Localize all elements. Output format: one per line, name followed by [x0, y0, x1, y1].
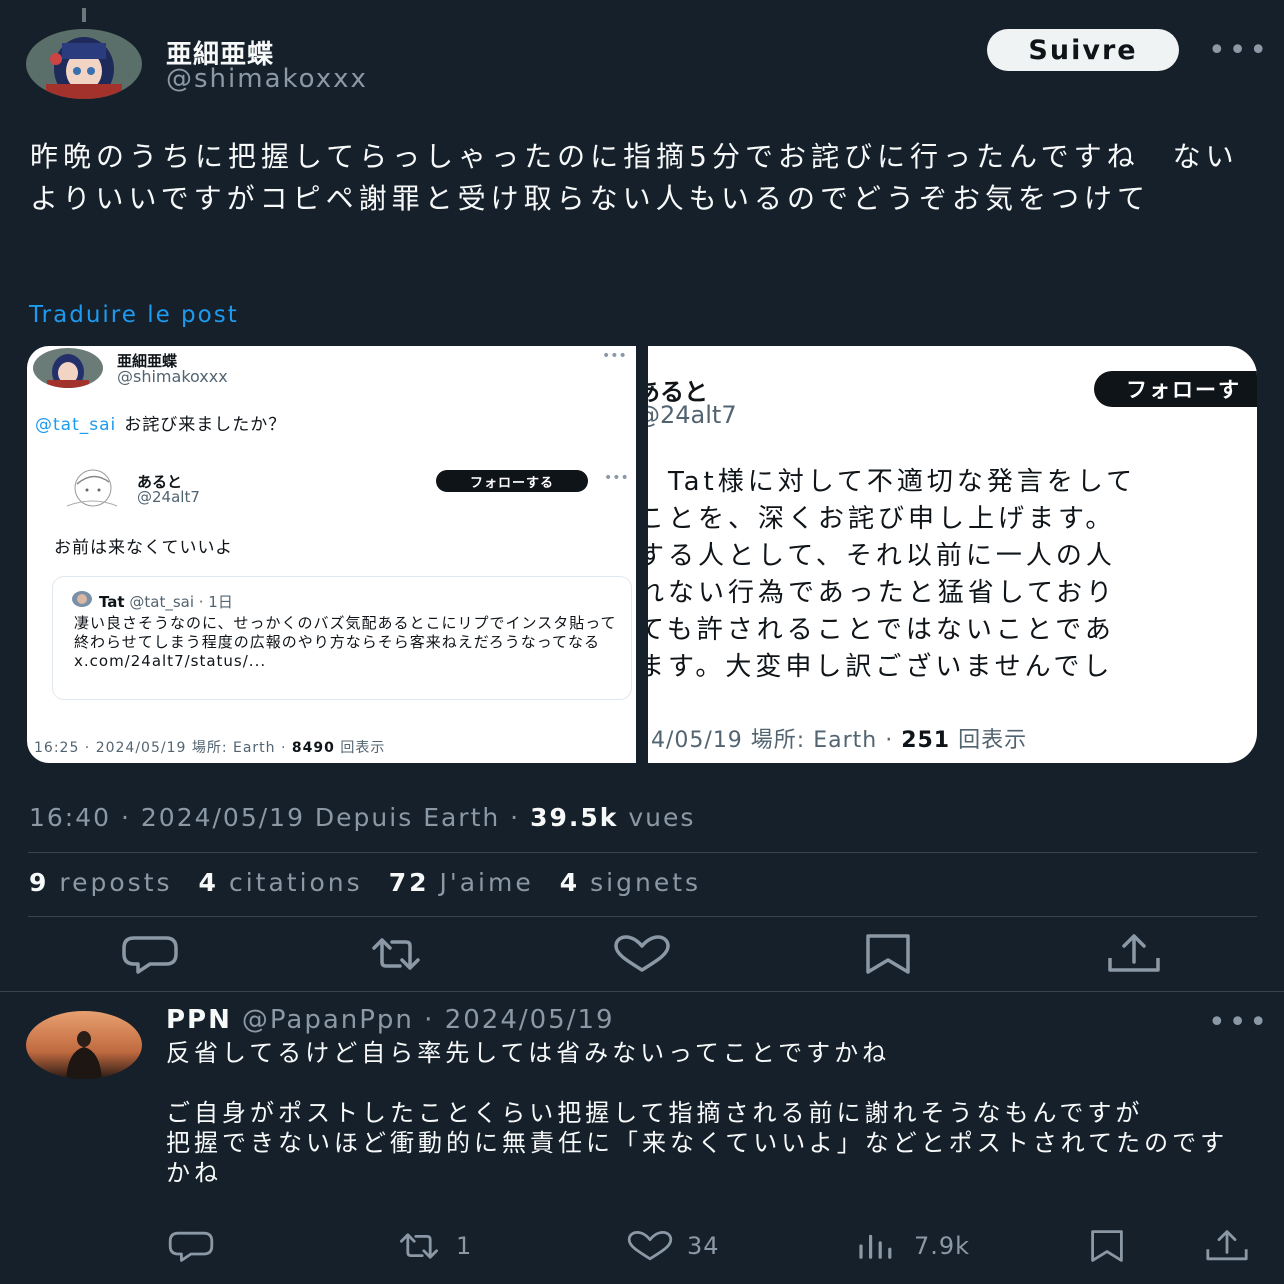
- embedded-reply-text: @tat_sai お詫び来ましたか？: [35, 410, 286, 435]
- embedded-right-meta: 24/05/19 場所: Earth · 251 回表示: [648, 722, 1027, 754]
- bookmarks-stat[interactable]: 4 signets: [560, 868, 701, 897]
- post-meta-prefix: 16:40 · 2024/05/19 Depuis Earth ·: [29, 803, 531, 832]
- reply-share-button[interactable]: [1202, 1230, 1252, 1262]
- reply-more-icon[interactable]: •••: [1208, 1008, 1270, 1038]
- embedded-quoted-handle: @24alt7: [137, 488, 200, 506]
- embedded-quote-name: Tat: [99, 593, 125, 611]
- embedded-views-label: 回表示: [334, 740, 386, 756]
- reply-bookmark-button[interactable]: [1082, 1230, 1132, 1262]
- reply-handle-date[interactable]: @PapanPpn · 2024/05/19: [242, 1005, 615, 1035]
- repost-icon: [400, 1233, 438, 1259]
- embedded-quote-card: Tat @tat_sai · 1日 凄い良さそうなのに、せっかくのバズ気配あると…: [52, 576, 632, 700]
- embedded-right-line: する人として、それ以前に一人の人: [648, 541, 1116, 571]
- reply-text: 反省してるけど自ら率先しては省みないってことですかね ご自身がポストしたことくら…: [166, 1039, 1229, 1187]
- embedded-right-views-label: 回表示: [950, 728, 1028, 753]
- reply-reply-button[interactable]: [166, 1230, 216, 1262]
- analytics-icon: [859, 1234, 892, 1259]
- share-icon: [1206, 1230, 1248, 1261]
- embedded-quote-meta: @tat_sai · 1日: [129, 593, 233, 611]
- embedded-follow-button: フォローする: [436, 470, 588, 492]
- embedded-right-views-count: 251: [901, 728, 951, 753]
- embedded-mention: @tat_sai: [35, 415, 117, 435]
- reply-repost-count: 1: [456, 1232, 473, 1260]
- embedded-more-icon: •••: [602, 348, 627, 364]
- divider: [28, 852, 1257, 853]
- embedded-right-line: れない行為であったと猛省しており: [648, 578, 1117, 608]
- embedded-right-line: 、Tat様に対して不適切な発言をして: [648, 467, 1137, 497]
- like-icon: [627, 1231, 673, 1261]
- reply-like-button[interactable]: 34: [625, 1230, 720, 1262]
- embedded-avatar: [33, 348, 103, 388]
- embedded-reply-body: お詫び来ましたか？: [124, 415, 287, 435]
- embedded-quote-text: 凄い良さそうなのに、せっかくのバズ気配あるとこにリプでインスタ貼って終わらせてし…: [74, 614, 617, 670]
- reply-views-button[interactable]: 7.9k: [852, 1230, 970, 1262]
- reposts-stat[interactable]: 9 reposts: [29, 868, 173, 897]
- embedded-right-meta-prefix: 24/05/19 場所: Earth ·: [648, 728, 902, 753]
- author-handle[interactable]: @shimakoxxx: [166, 64, 368, 94]
- more-options-icon[interactable]: •••: [1208, 36, 1270, 66]
- engagement-stats: 9 reposts 4 citations 72 J'aime 4 signets: [29, 868, 701, 897]
- translate-link[interactable]: Traduire le post: [29, 302, 239, 328]
- embedded-right-handle: @24alt7: [648, 401, 737, 429]
- embedded-right-line: ても許されることではないことであ: [648, 615, 1115, 645]
- embedded-right-line: ことを、深くお詫び申し上げます。: [648, 504, 1116, 534]
- embedded-sketch-avatar: [57, 466, 121, 510]
- likes-stat[interactable]: 72 J'aime: [389, 868, 534, 897]
- embedded-right-text: 、Tat様に対して不適切な発言をして ことを、深くお詫び申し上げます。 する人と…: [648, 464, 1257, 686]
- author-avatar[interactable]: [26, 29, 142, 99]
- like-icon[interactable]: [612, 934, 672, 974]
- post-text: 昨晩のうちに把握してらっしゃったのに指摘5分でお詫びに行ったんですね ないよりい…: [30, 140, 1239, 215]
- post-views-label: vues: [618, 803, 696, 832]
- embedded-author-handle: @shimakoxxx: [117, 367, 228, 386]
- follow-button[interactable]: Suivre: [987, 29, 1179, 71]
- reply-views-count: 7.9k: [914, 1232, 971, 1260]
- reply-author-name[interactable]: PPN: [166, 1005, 232, 1035]
- post-views-count: 39.5k: [530, 803, 619, 832]
- embedded-meta: 16:25 · 2024/05/19 場所: Earth · 8490 回表示: [34, 737, 385, 757]
- share-icon[interactable]: [1104, 934, 1164, 974]
- divider: [28, 916, 1257, 917]
- embedded-more-icon-2: •••: [604, 470, 629, 486]
- reply-header: PPN @PapanPpn · 2024/05/19: [166, 1005, 615, 1035]
- scroll-indicator: [82, 8, 86, 22]
- divider: [0, 991, 1284, 992]
- embedded-right-line: ます。大変申し訳ございませんでし: [648, 652, 1114, 682]
- reply-avatar[interactable]: [26, 1011, 142, 1079]
- reply-like-count: 34: [687, 1232, 720, 1260]
- embedded-quote-avatar: [72, 591, 92, 607]
- embedded-quoted-body: お前は来なくていいよ: [54, 538, 234, 558]
- bookmark-icon[interactable]: [858, 934, 918, 974]
- embedded-quote-header: Tat @tat_sai · 1日: [99, 591, 233, 612]
- media-image-left[interactable]: 亜細亜蝶 @shimakoxxx ••• @tat_sai お詫び来ましたか？ あ…: [27, 346, 636, 763]
- media-image-right[interactable]: あると @24alt7 フォローす 、Tat様に対して不適切な発言をして ことを…: [648, 346, 1257, 763]
- embedded-views-count: 8490: [291, 740, 335, 756]
- post-timestamp: 16:40 · 2024/05/19 Depuis Earth · 39.5k …: [29, 803, 695, 832]
- embedded-meta-prefix: 16:25 · 2024/05/19 場所: Earth ·: [34, 740, 292, 756]
- reply-icon[interactable]: [120, 934, 180, 974]
- embedded-right-follow-button: フォローす: [1094, 371, 1257, 407]
- reply-icon: [168, 1231, 214, 1262]
- bookmark-icon: [1091, 1230, 1123, 1262]
- reply-repost-button[interactable]: 1: [394, 1230, 472, 1262]
- citations-stat[interactable]: 4 citations: [199, 868, 363, 897]
- repost-icon[interactable]: [366, 934, 426, 974]
